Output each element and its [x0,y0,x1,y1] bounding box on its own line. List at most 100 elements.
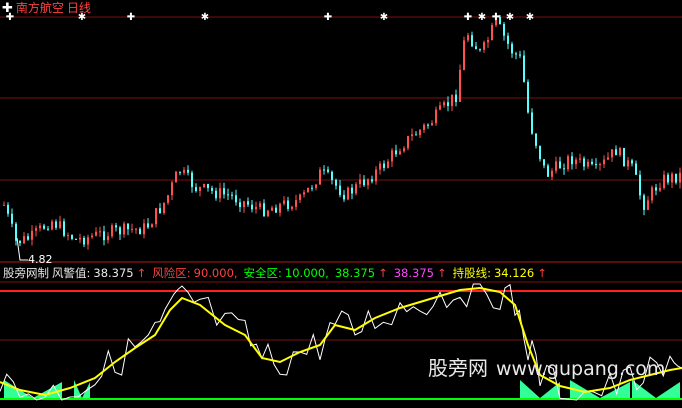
candle-body [623,147,625,167]
candle-body [611,149,613,158]
candle-body [483,42,485,50]
candle-body [227,194,229,196]
candle-body [35,228,37,231]
legend-magenta-value: 38.375 ↑ [393,265,447,280]
candle-body [523,55,525,82]
candle-body [431,123,433,126]
indicator-name[interactable]: 股旁网制 [3,266,49,280]
candle-body [639,174,641,196]
legend-warning: 风警值: 38.375 ↑ [52,265,147,280]
candle-body [651,187,653,201]
candle-body [139,228,141,235]
candle-body [343,194,345,200]
candle-body [503,24,505,36]
candle-body [19,240,21,244]
candle-body [215,190,217,199]
candle-body [179,171,181,173]
candle-body [551,170,553,177]
candle-body [547,165,549,177]
candle-body [679,172,681,183]
candle-body [311,187,313,189]
candle-body [99,231,101,233]
candle-body [131,228,133,230]
candle-body [575,159,577,165]
candle-body [555,161,557,171]
candle-body [563,168,565,170]
candle-body [183,169,185,173]
candle-body [255,206,257,210]
candle-body [295,200,297,207]
candle-body [647,200,649,210]
candle-body [607,157,609,160]
candle-body [327,169,329,172]
candle-body [263,203,265,217]
candle-body [519,54,521,56]
candle-body [571,156,573,165]
candle-body [27,236,29,240]
signal-marker-icon: ✚ [127,12,135,23]
candle-body [87,237,89,245]
candle-body [387,161,389,168]
candle-body [319,169,321,185]
candle-body [415,134,417,136]
candle-body [159,208,161,214]
candle-body [283,200,285,204]
candle-body [67,235,69,237]
candle-body [51,221,53,230]
candle-body [103,231,105,241]
candle-body [31,230,33,240]
candle-body [383,163,385,168]
candle-body [351,187,353,194]
candle-body [239,202,241,208]
candle-body [243,201,245,208]
candle-body [291,206,293,209]
candle-body [299,194,301,201]
candle-body [287,200,289,209]
candle-body [271,207,273,211]
candle-body [83,237,85,245]
candle-body [107,236,109,241]
candle-body [331,171,333,180]
candle-body [399,151,401,155]
candle-body [627,160,629,167]
signal-marker-icon: ✱ [478,12,486,23]
candle-body [63,221,65,236]
candle-body [447,102,449,107]
indicator-panel [0,283,682,401]
signal-marker-icon: ✚ [492,12,500,23]
candle-body [367,179,369,186]
candle-body [451,94,453,107]
watermark-url: www.gupang.com [496,358,666,380]
candle-body [47,228,49,230]
candle-body [543,159,545,166]
safe-zone-fill [4,380,680,398]
candle-body [615,149,617,156]
candle-body [675,173,677,183]
candle-body [231,194,233,196]
candle-body [479,49,481,51]
candle-body [155,208,157,225]
candle-body [135,228,137,230]
indicator-plus-icon[interactable]: ✚ [2,1,13,16]
candle-body [79,237,81,240]
candle-body [511,43,513,54]
candle-body [123,223,125,235]
candle-body [7,204,9,214]
candle-body [603,159,605,165]
candle-body [275,207,277,213]
candle-body [91,235,93,238]
candle-body [527,81,529,113]
candle-body [467,35,469,41]
chart-canvas[interactable]: ✚ ✱ ✚ ✱ ✚ ✱ ✚ ✱ ✚ ✱ ✱ 4.82 [0,0,682,408]
candle-body [435,109,437,124]
chart-title-bar: ✚ 南方航空 日线 [2,0,91,16]
candle-body [535,133,537,146]
candle-body [655,187,657,191]
candle-body [667,174,669,183]
candle-body [39,225,41,229]
legend-risk: 风险区: 90.000, [152,265,238,280]
candle-body [531,112,533,134]
candle-body [419,129,421,136]
candle-body [71,235,73,239]
candle-body [119,227,121,235]
